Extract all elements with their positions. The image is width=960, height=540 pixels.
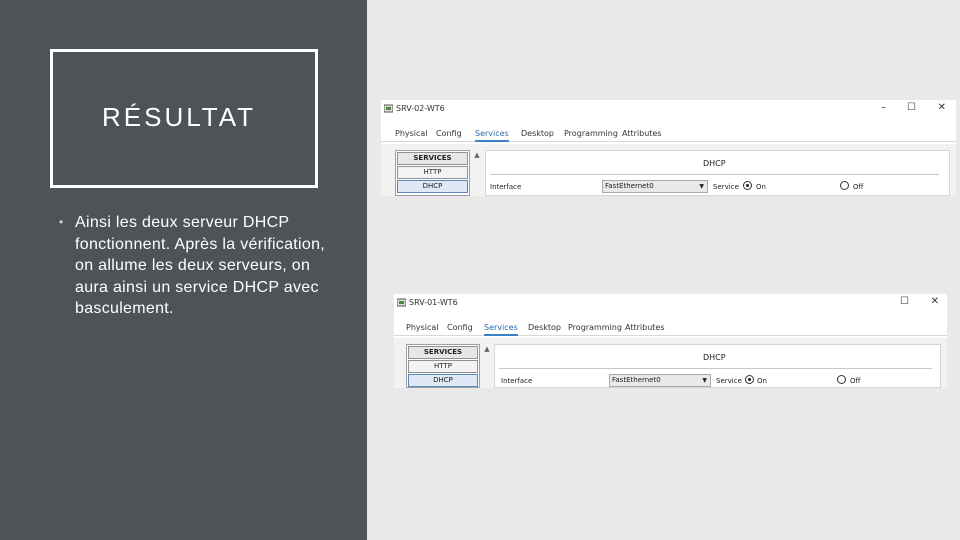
- server-app-icon: [397, 298, 406, 307]
- tab-physical[interactable]: Physical: [406, 323, 439, 332]
- service-label: Service: [716, 377, 742, 385]
- scroll-up-icon[interactable]: ▲: [472, 151, 482, 161]
- window-title: SRV-01-WT6: [409, 298, 458, 307]
- tab-config[interactable]: Config: [436, 129, 462, 138]
- bullet-point: • Ainsi les deux serveur DHCP fonctionne…: [59, 212, 329, 320]
- panel-title: DHCP: [703, 159, 726, 168]
- content-area: SERVICES HTTP DHCP ▲ DHCP Interface Fast…: [381, 144, 956, 196]
- interface-label: Interface: [501, 377, 533, 385]
- tab-physical[interactable]: Physical: [395, 129, 428, 138]
- tab-desktop[interactable]: Desktop: [528, 323, 561, 332]
- slide-title: RÉSULTAT: [102, 102, 257, 132]
- dhcp-panel: DHCP Interface FastEthernet0 ▼ Service O…: [485, 150, 950, 196]
- service-on-label: On: [757, 377, 767, 385]
- bullet-icon: •: [59, 215, 64, 229]
- title-bar[interactable]: SRV-02-WT6 – ☐ ✕: [381, 100, 956, 118]
- window-title: SRV-02-WT6: [396, 104, 445, 113]
- maximize-button[interactable]: ☐: [907, 102, 916, 114]
- tab-bar: Physical Config Services Desktop Program…: [394, 320, 947, 336]
- interface-value: FastEthernet0: [612, 376, 661, 384]
- service-off-radio[interactable]: [837, 375, 846, 384]
- title-bar[interactable]: SRV-01-WT6 ☐ ✕: [394, 294, 947, 312]
- service-on-radio[interactable]: [745, 375, 754, 384]
- content-area: SERVICES HTTP DHCP ▲ DHCP Interface Fast…: [394, 338, 947, 388]
- server-window-srv02[interactable]: SRV-02-WT6 – ☐ ✕ Physical Config Service…: [381, 100, 956, 196]
- tab-bar: Physical Config Services Desktop Program…: [381, 126, 956, 142]
- service-label: Service: [713, 183, 739, 191]
- minimize-button[interactable]: –: [881, 102, 886, 114]
- dhcp-panel: DHCP Interface FastEthernet0 ▼ Service O…: [494, 344, 941, 388]
- interface-label: Interface: [490, 183, 522, 191]
- tab-desktop[interactable]: Desktop: [521, 129, 554, 138]
- service-on-label: On: [756, 183, 766, 191]
- services-header: SERVICES: [408, 346, 478, 359]
- tab-attributes[interactable]: Attributes: [625, 323, 665, 332]
- tab-programming[interactable]: Programming: [564, 129, 618, 138]
- interface-value: FastEthernet0: [605, 182, 654, 190]
- service-on-radio[interactable]: [743, 181, 752, 190]
- tab-programming[interactable]: Programming: [568, 323, 622, 332]
- tab-services[interactable]: Services: [484, 323, 518, 336]
- tab-attributes[interactable]: Attributes: [622, 129, 662, 138]
- services-list: SERVICES HTTP DHCP: [406, 344, 480, 388]
- service-off-radio[interactable]: [840, 181, 849, 190]
- services-list: SERVICES HTTP DHCP: [395, 150, 470, 196]
- close-button[interactable]: ✕: [931, 296, 939, 308]
- service-http[interactable]: HTTP: [408, 360, 478, 373]
- divider: [499, 368, 932, 369]
- chevron-down-icon: ▼: [699, 183, 704, 190]
- service-off-label: Off: [850, 377, 861, 385]
- server-window-srv01[interactable]: SRV-01-WT6 ☐ ✕ Physical Config Services …: [394, 294, 947, 388]
- interface-select[interactable]: FastEthernet0 ▼: [609, 374, 711, 387]
- right-panel: [367, 0, 960, 540]
- divider: [490, 174, 939, 175]
- chevron-down-icon: ▼: [702, 377, 707, 384]
- scroll-up-icon[interactable]: ▲: [482, 345, 492, 355]
- service-http[interactable]: HTTP: [397, 166, 468, 179]
- server-app-icon: [384, 104, 393, 113]
- interface-select[interactable]: FastEthernet0 ▼: [602, 180, 708, 193]
- maximize-button[interactable]: ☐: [900, 296, 909, 308]
- service-dhcp[interactable]: DHCP: [397, 180, 468, 193]
- service-dhcp[interactable]: DHCP: [408, 374, 478, 387]
- services-header: SERVICES: [397, 152, 468, 165]
- tab-services[interactable]: Services: [475, 129, 509, 142]
- panel-title: DHCP: [703, 353, 726, 362]
- service-off-label: Off: [853, 183, 864, 191]
- tab-config[interactable]: Config: [447, 323, 473, 332]
- bullet-text: Ainsi les deux serveur DHCP fonctionnent…: [75, 214, 326, 317]
- close-button[interactable]: ✕: [938, 102, 946, 114]
